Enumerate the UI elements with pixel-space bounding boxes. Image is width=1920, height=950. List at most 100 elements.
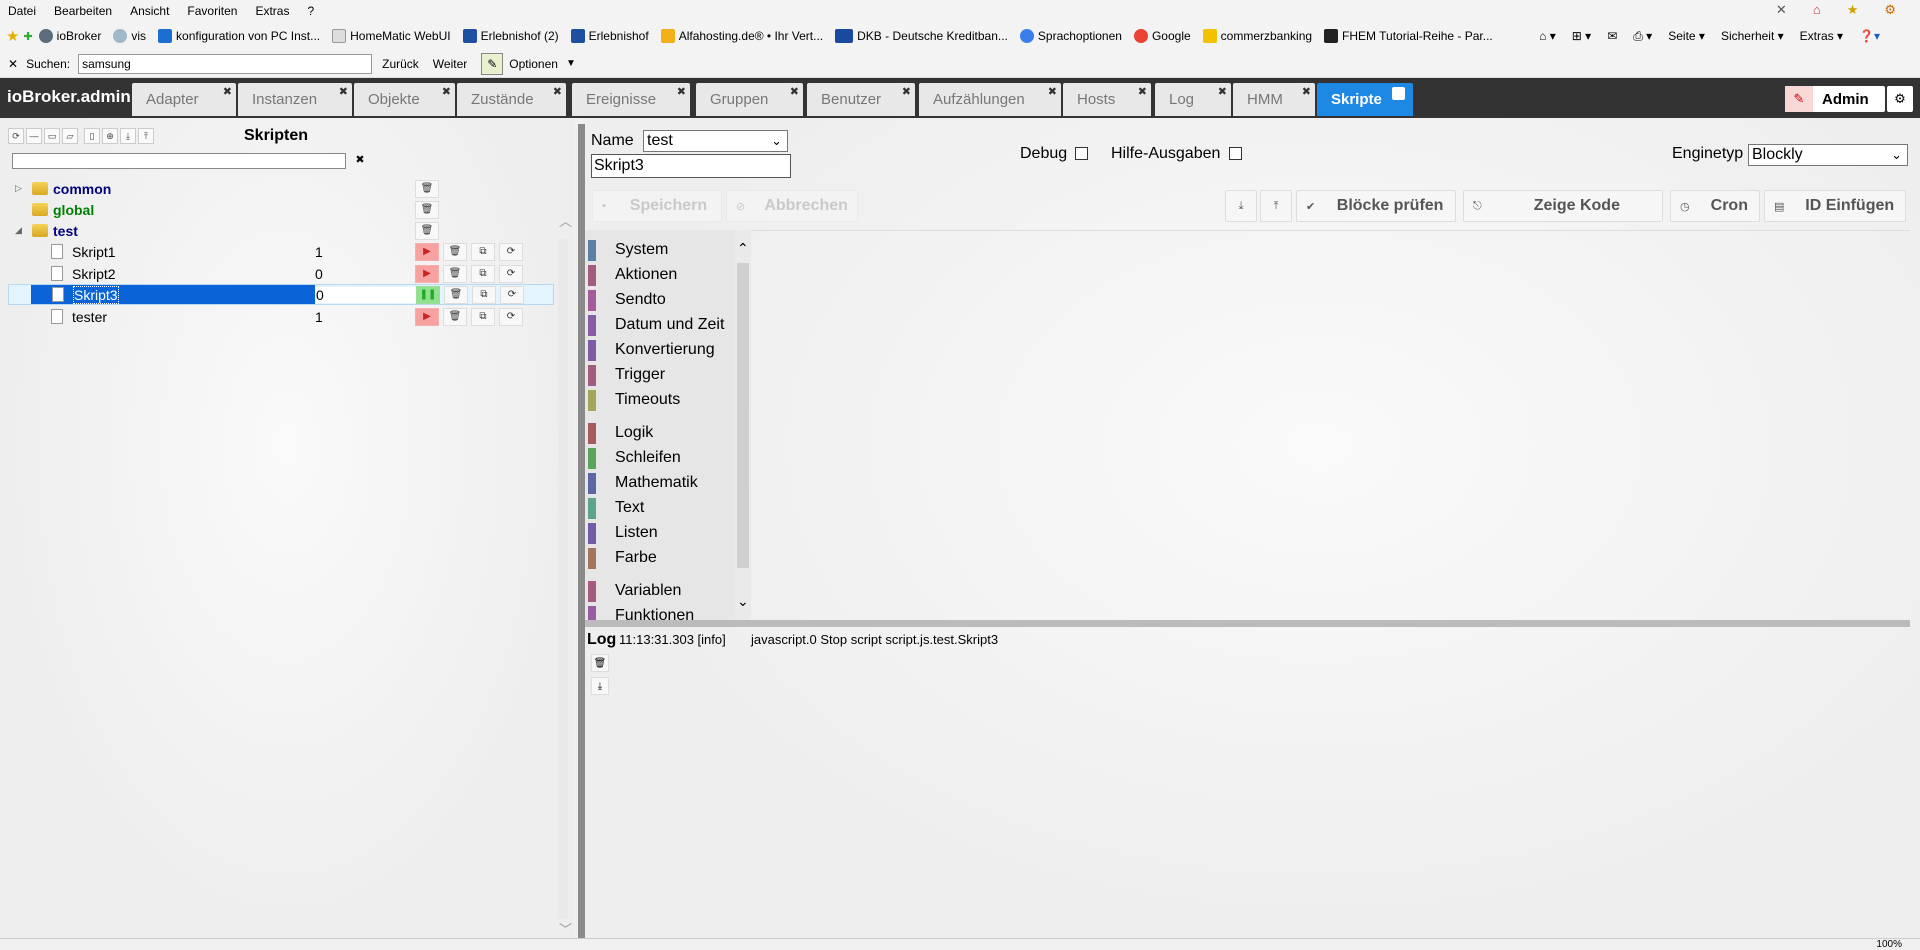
delete-icon[interactable]: 🗑 [415, 200, 439, 219]
home-icon[interactable]: ⌂ ▾ [1539, 29, 1556, 43]
refresh-icon[interactable]: ⟳ [8, 128, 24, 144]
toolbox-system[interactable]: System [585, 238, 735, 262]
fav-commerzbanking[interactable]: commerzbanking [1202, 29, 1312, 43]
fav-dkb[interactable]: DKB - Deutsche Kreditban... [835, 29, 1008, 43]
chevron-up-icon[interactable]: ⌃ [737, 240, 749, 257]
tab-log[interactable]: Log ✖ [1155, 83, 1231, 116]
tab-hmm[interactable]: HMM ✖ [1233, 83, 1315, 116]
export-button[interactable]: ⤓ [1225, 190, 1257, 222]
delete-icon[interactable]: 🗑 [444, 285, 468, 304]
fav-konfiguration[interactable]: konfiguration von PC Inst... [158, 29, 320, 43]
tab-benutzer[interactable]: Benutzer ✖ [807, 83, 915, 116]
clear-log-button[interactable]: 🗑 [591, 654, 609, 672]
export-icon[interactable]: ⤓ [120, 128, 136, 144]
import-button[interactable]: ⤒ [1260, 190, 1292, 222]
menu-bearbeiten[interactable]: Bearbeiten [54, 4, 112, 18]
tree-script-skript1[interactable]: Skript1 1 ▶ 🗑 ⧉ ⟳ [8, 241, 554, 262]
close-icon[interactable]: ✖ [1138, 85, 1147, 98]
folder-icon[interactable]: ▭ [44, 128, 60, 144]
new-script-icon[interactable]: ▯ [84, 128, 100, 144]
help-icon[interactable]: ❓▾ [1859, 29, 1880, 43]
check-blocks-button[interactable]: ✔ Blöcke prüfen [1296, 190, 1456, 222]
menu-ansicht[interactable]: Ansicht [130, 4, 169, 18]
fav-google[interactable]: Google [1133, 29, 1191, 43]
print-icon[interactable]: ⎙ ▾ [1633, 29, 1652, 44]
close-icon[interactable]: ✖ [1048, 85, 1057, 98]
settings-icon[interactable]: ⚙ [1884, 2, 1896, 18]
add-favorite-icon[interactable]: ✚ [23, 30, 32, 43]
toolbox-konvertierung[interactable]: Konvertierung [585, 338, 735, 362]
insert-id-button[interactable]: ▤ ID Einfügen [1764, 190, 1906, 222]
toolbox-trigger[interactable]: Trigger [585, 363, 735, 387]
menu-datei[interactable]: Datei [8, 4, 36, 18]
home-icon[interactable]: ⌂ [1813, 2, 1821, 18]
tree-folder-test[interactable]: ◢ test 🗑 [8, 220, 554, 241]
script-name-input[interactable]: Skript3 [591, 154, 791, 178]
fav-vis[interactable]: vis [113, 29, 146, 43]
chevron-down-icon[interactable]: ﹀ [559, 919, 572, 938]
zoom-level[interactable]: 100% [1876, 939, 1902, 950]
checkbox-icon[interactable] [1392, 87, 1405, 100]
close-icon[interactable]: ✖ [553, 85, 562, 98]
copy-icon[interactable]: ⧉ [471, 307, 495, 326]
toolbox-text[interactable]: Text [585, 496, 735, 520]
debug-checkbox[interactable] [1075, 147, 1088, 160]
close-icon[interactable]: ✖ [223, 85, 232, 98]
cancel-button[interactable]: ⊘ Abbrechen [726, 190, 858, 222]
play-icon[interactable]: ▶ [415, 242, 439, 261]
close-icon[interactable]: ✖ [902, 85, 911, 98]
restart-icon[interactable]: ⟳ [500, 285, 524, 304]
toolbox-timeouts[interactable]: Timeouts [585, 388, 735, 412]
feeds-icon[interactable]: ⊞ ▾ [1572, 29, 1591, 43]
fav-fhem[interactable]: FHEM Tutorial-Reihe - Par... [1324, 29, 1493, 43]
toolbox-funktionen[interactable]: Funktionen [585, 604, 735, 620]
menu-favoriten[interactable]: Favoriten [187, 4, 237, 18]
add-icon[interactable]: ⊕ [102, 128, 118, 144]
folder-select[interactable]: test ⌄ [643, 130, 788, 152]
scrollbar-thumb[interactable] [737, 263, 749, 568]
import-icon[interactable]: ⤒ [138, 128, 154, 144]
tab-zustaende[interactable]: Zustände ✖ [457, 83, 566, 116]
tab-objekte[interactable]: Objekte ✖ [354, 83, 455, 116]
tab-ereignisse[interactable]: Ereignisse ✖ [572, 83, 690, 116]
cmd-extras[interactable]: Extras ▾ [1800, 29, 1843, 43]
find-options-button[interactable]: ✎ Optionen ▼ [481, 52, 576, 75]
restart-icon[interactable]: ⟳ [499, 307, 523, 326]
tab-instanzen[interactable]: Instanzen ✖ [238, 83, 352, 116]
admin-button[interactable]: ✎ Admin [1785, 86, 1885, 112]
toolbox-sendto[interactable]: Sendto [585, 288, 735, 312]
scripts-scrollbar[interactable]: ︿ ﹀ [556, 153, 574, 938]
toolbox-variablen[interactable]: Variablen [585, 579, 735, 603]
cmd-seite[interactable]: Seite ▾ [1668, 29, 1705, 43]
delete-icon[interactable]: 🗑 [443, 307, 467, 326]
close-icon[interactable]: ✖ [442, 85, 451, 98]
tree-script-tester[interactable]: tester 1 ▶ 🗑 ⧉ ⟳ [8, 306, 554, 327]
download-log-button[interactable]: ⤓ [591, 677, 609, 695]
menu-help[interactable]: ? [307, 4, 314, 18]
favorites-star-icon[interactable]: ★ [1847, 2, 1859, 18]
save-button[interactable]: ▪ Speichern [592, 190, 722, 222]
toolbox-mathematik[interactable]: Mathematik [585, 471, 735, 495]
tree-script-skript3[interactable]: Skript3 0 ❚❚ 🗑 ⧉ ⟳ [8, 284, 554, 305]
restart-icon[interactable]: ⟳ [499, 264, 523, 283]
show-code-button[interactable]: ⎋ Zeige Kode [1463, 190, 1663, 222]
collapse-icon[interactable]: ◢ [15, 225, 25, 236]
cron-button[interactable]: ◷ Cron [1670, 190, 1760, 222]
tab-hosts[interactable]: Hosts ✖ [1063, 83, 1151, 116]
expand-icon[interactable]: ▷ [15, 183, 25, 194]
engine-select[interactable]: Blockly ⌄ [1748, 144, 1908, 166]
toolbox-listen[interactable]: Listen [585, 521, 735, 545]
delete-icon[interactable]: 🗑 [415, 179, 439, 198]
tab-skripte[interactable]: Skripte [1317, 83, 1413, 116]
cmd-sicherheit[interactable]: Sicherheit ▾ [1721, 29, 1784, 43]
fav-homematic[interactable]: HomeMatic WebUI [332, 29, 451, 43]
tree-folder-global[interactable]: global 🗑 [8, 199, 554, 220]
panel-splitter[interactable] [578, 124, 585, 938]
log-splitter[interactable] [585, 620, 1910, 627]
restart-icon[interactable]: ⟳ [499, 242, 523, 261]
copy-icon[interactable]: ⧉ [471, 264, 495, 283]
fav-sprachoptionen[interactable]: Sprachoptionen [1019, 29, 1122, 43]
close-tab-icon[interactable]: ✕ [1776, 2, 1787, 18]
mail-icon[interactable]: ✉ [1607, 29, 1617, 43]
collapse-icon[interactable]: — [26, 128, 42, 144]
